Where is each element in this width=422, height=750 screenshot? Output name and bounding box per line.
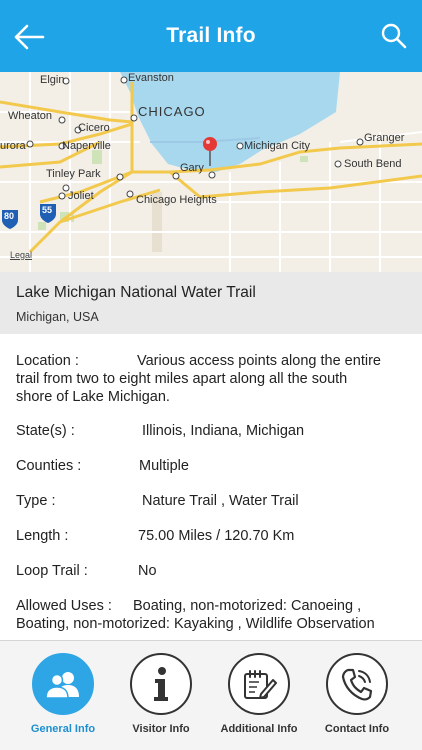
trail-details: Location : Various access points along t…: [0, 334, 422, 640]
tab-additional-info-label: Additional Info: [220, 723, 298, 735]
detail-location: Location : Various access points along t…: [16, 352, 406, 406]
type-value: Nature Trail , Water Trail: [142, 493, 299, 509]
allowed-uses-value: Boating, non-motorized: Canoeing ,: [133, 598, 362, 614]
map-label-elgin: Elgin: [40, 74, 65, 86]
states-label: State(s) :: [16, 423, 75, 439]
location-value-line3: shore of Lake Michigan.: [16, 389, 170, 405]
info-icon: [154, 667, 168, 701]
detail-allowed-uses: Allowed Uses : Boating, non-motorized: C…: [16, 597, 406, 633]
detail-type: Type : Nature Trail , Water Trail: [16, 492, 406, 510]
detail-length: Length : 75.00 Miles / 120.70 Km: [16, 527, 406, 545]
map-label-aurora: urora: [0, 140, 26, 152]
location-value-line2: trail from two to eight miles apart alon…: [16, 371, 348, 387]
map-label-evanston: Evanston: [128, 72, 174, 84]
top-bar: Trail Info: [0, 0, 422, 72]
users-icon: [45, 672, 79, 699]
trail-location: Michigan, USA: [16, 310, 99, 324]
states-value: Illinois, Indiana, Michigan: [142, 423, 305, 439]
detail-loop-trail: Loop Trail : No: [16, 562, 406, 580]
tab-visitor-info-label: Visitor Info: [132, 723, 190, 735]
trail-name: Lake Michigan National Water Trail: [16, 284, 256, 301]
tab-contact-info-label: Contact Info: [324, 723, 390, 735]
map-label-cicero: Cicero: [78, 122, 110, 134]
length-label: Length :: [16, 528, 69, 544]
allowed-uses-label: Allowed Uses :: [16, 598, 112, 614]
map-label-naperville: Naperville: [62, 140, 111, 152]
page-title: Trail Info: [166, 24, 256, 47]
counties-label: Counties :: [16, 458, 82, 474]
tab-visitor-info-circle[interactable]: [130, 653, 192, 715]
tab-contact-info[interactable]: Contact Info: [312, 653, 402, 745]
tab-general-info-circle[interactable]: [32, 653, 94, 715]
map-label-granger: Granger: [364, 132, 405, 144]
map-label-chicago-heights: Chicago Heights: [136, 194, 217, 206]
counties-value: Multiple: [139, 458, 189, 474]
tab-general-info-label: General Info: [30, 723, 96, 735]
detail-states: State(s) : Illinois, Indiana, Michigan: [16, 422, 406, 440]
map-label-tinley-park: Tinley Park: [46, 168, 101, 180]
bottom-tab-bar: General Info Visitor Info Additional Inf…: [0, 640, 422, 750]
type-label: Type :: [16, 493, 56, 509]
interstate-55-shield: 55: [42, 205, 53, 215]
allowed-uses-value-line2: Boating, non-motorized: Kayaking , Wildl…: [16, 616, 375, 632]
map-legal-link[interactable]: Legal: [10, 250, 32, 260]
map-label-chicago: CHICAGO: [138, 104, 206, 119]
back-arrow-icon[interactable]: [12, 22, 46, 52]
trail-header: Lake Michigan National Water Trail Michi…: [0, 272, 422, 334]
detail-counties: Counties : Multiple: [16, 457, 406, 475]
tab-general-info[interactable]: General Info: [18, 653, 108, 745]
length-value: 75.00 Miles / 120.70 Km: [138, 528, 295, 544]
map-label-south-bend: South Bend: [344, 158, 402, 170]
loop-trail-label: Loop Trail :: [16, 563, 88, 579]
tab-visitor-info[interactable]: Visitor Info: [116, 653, 206, 745]
location-label: Location :: [16, 353, 79, 369]
loop-trail-value: No: [138, 563, 157, 579]
trail-map[interactable]: Elgin Evanston Wheaton CHICAGO Cicero ur…: [0, 72, 422, 272]
map-label-michigan-city: Michigan City: [244, 140, 311, 152]
tab-additional-info-circle[interactable]: [228, 653, 290, 715]
map-label-gary: Gary: [180, 162, 204, 174]
map-label-wheaton: Wheaton: [8, 110, 53, 122]
tab-contact-info-circle[interactable]: [326, 653, 388, 715]
tab-additional-info[interactable]: Additional Info: [214, 653, 304, 745]
edit-icon: [244, 670, 277, 699]
map-label-joliet: Joliet: [68, 190, 94, 202]
location-value: Various access points along the entire: [137, 353, 381, 369]
phone-icon: [341, 668, 373, 701]
interstate-80-shield: 80: [4, 211, 15, 221]
search-icon[interactable]: [380, 22, 408, 50]
